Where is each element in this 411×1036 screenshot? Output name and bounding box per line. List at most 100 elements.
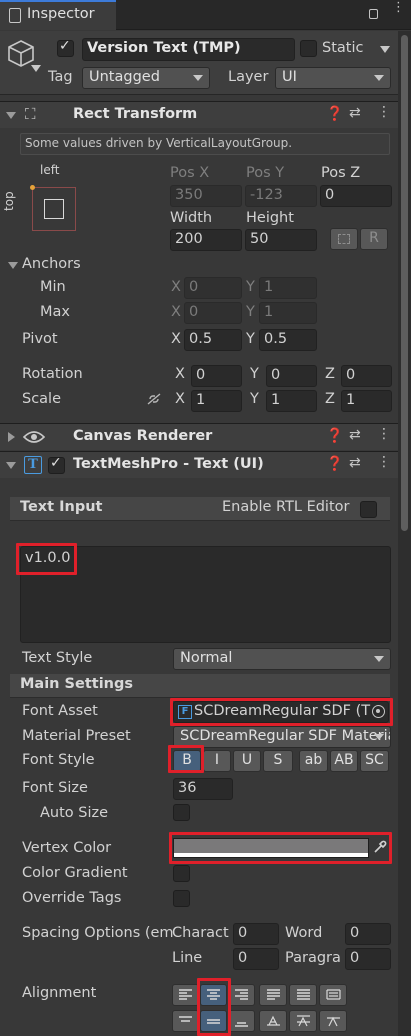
font-style-uppercase-button[interactable]: AB [330,750,358,772]
rotation-x-field[interactable]: 0 [191,365,242,387]
auto-size-checkbox[interactable] [173,804,190,821]
height-field[interactable]: 50 [245,229,317,251]
width-field[interactable]: 200 [170,229,242,251]
font-style-italic-button[interactable]: I [203,750,231,772]
anchor-max-y-field[interactable]: 1 [259,302,317,324]
color-gradient-checkbox[interactable] [173,865,190,882]
font-style-strikethrough-button[interactable]: S [263,750,293,772]
rot-z-axis: Z [325,366,335,382]
align-right-button[interactable] [228,984,255,1006]
align-flush-button[interactable] [289,984,317,1006]
anchor-min-y-field[interactable]: 1 [259,277,317,299]
font-style-lowercase-button[interactable]: ab [299,750,328,772]
max-x-axis: X [171,304,181,320]
font-size-field[interactable]: 36 [173,778,233,800]
pivot-y-field[interactable]: 0.5 [259,329,317,351]
presets-icon[interactable]: ⇄ [349,105,361,121]
anchor-max-x-field[interactable]: 0 [184,302,242,324]
canvas-renderer-header[interactable]: Canvas Renderer ❓ ⇄ ⋮ [0,423,398,450]
vertex-color-label: Vertex Color [22,840,112,856]
rtl-editor-label: Enable RTL Editor [222,499,350,515]
pos-y-field[interactable]: -123 [245,185,317,207]
align-bottom-button[interactable] [228,1010,255,1032]
max-label: Max [40,304,70,320]
align-geometry-center-button[interactable] [319,984,347,1006]
kebab-menu-icon[interactable]: ⋮ [392,1,405,14]
scale-y-field[interactable]: 1 [266,390,317,412]
text-style-dropdown[interactable]: Normal [173,648,391,670]
tag-dropdown[interactable]: Untagged [82,67,210,89]
anchor-preset-button[interactable] [30,185,76,231]
foldout-arrow[interactable] [8,432,15,442]
spacing-options-label: Spacing Options (em [22,925,174,941]
gameobject-cube-icon [8,40,34,67]
pivot-x-axis: X [171,331,181,347]
scale-z-field[interactable]: 1 [341,390,392,412]
help-icon[interactable]: ❓ [326,428,343,444]
static-dropdown-arrow[interactable] [380,46,390,53]
align-capline-button[interactable] [319,1010,347,1032]
align-baseline-button[interactable] [259,1010,287,1032]
override-tags-checkbox[interactable] [173,890,190,907]
help-icon[interactable]: ❓ [326,456,343,472]
rotation-z-field[interactable]: 0 [341,365,392,387]
help-icon[interactable]: ❓ [326,106,343,122]
static-checkbox[interactable] [300,40,317,57]
presets-icon[interactable]: ⇄ [349,455,361,471]
highlight-font-asset [170,698,393,726]
anchors-label: Anchors [22,256,81,272]
width-label: Width [170,210,213,226]
highlight-alignment-center [197,978,231,1036]
rotation-y-field[interactable]: 0 [266,365,317,387]
blueprint-mode-button[interactable] [330,228,358,250]
component-menu-icon[interactable]: ⋮ [377,426,391,442]
icon-dropdown-arrow[interactable] [31,65,41,72]
scale-x-field[interactable]: 1 [191,390,242,412]
font-asset-label: Font Asset [22,703,98,719]
rtl-editor-checkbox[interactable] [360,501,377,518]
character-spacing-field[interactable]: 0 [233,923,279,945]
rot-y-axis: Y [250,366,259,382]
scrollbar-track[interactable] [398,31,411,1036]
rect-transform-header[interactable]: ⛶ Rect Transform ❓ ⇄ ⋮ [0,101,398,128]
layer-dropdown[interactable]: UI [275,67,391,89]
raw-edit-button[interactable]: R [360,228,388,250]
line-spacing-field[interactable]: 0 [233,948,279,970]
anchors-foldout-arrow[interactable] [8,262,18,269]
min-y-axis: Y [246,279,255,295]
align-justified-button[interactable] [259,984,287,1006]
alignment-label: Alignment [22,985,97,1001]
line-spacing-label: Line [172,950,203,966]
paragraph-spacing-field[interactable]: 0 [345,948,391,970]
object-name-field[interactable]: Version Text (TMP) [82,38,295,61]
component-menu-icon[interactable]: ⋮ [377,454,391,470]
pos-x-field[interactable]: 350 [170,185,242,207]
foldout-arrow[interactable] [6,112,16,119]
component-menu-icon[interactable]: ⋮ [377,104,391,120]
main-settings-label: Main Settings [20,676,133,692]
material-preset-dropdown[interactable]: SCDreamRegular SDF Materia [173,726,391,748]
pos-z-label: Pos Z [321,165,361,181]
align-left-button[interactable] [172,984,199,1006]
align-midline-button[interactable] [289,1010,317,1032]
font-style-smallcaps-button[interactable]: SC [360,750,389,772]
tab-title: Inspector [27,6,95,22]
align-top-button[interactable] [172,1010,199,1032]
font-style-underline-button[interactable]: U [233,750,261,772]
rotation-label: Rotation [22,366,83,382]
max-y-axis: Y [246,304,255,320]
active-checkbox[interactable]: ✓ [57,38,74,57]
lock-icon[interactable] [369,9,378,19]
presets-icon[interactable]: ⇄ [349,427,361,443]
word-spacing-field[interactable]: 0 [345,923,391,945]
anchor-min-x-field[interactable]: 0 [184,277,242,299]
scrollbar-thumb[interactable] [401,35,408,531]
pos-z-field[interactable]: 0 [320,185,392,207]
component-enabled-checkbox[interactable]: ✓ [48,455,65,474]
pivot-x-field[interactable]: 0.5 [184,329,242,351]
foldout-arrow[interactable] [6,462,16,469]
constrain-proportions-icon[interactable] [146,392,162,406]
tab-inspector[interactable]: Inspector [0,0,116,30]
textmeshpro-header[interactable]: T ✓ TextMeshPro - Text (UI) ❓ ⇄ ⋮ [0,451,398,478]
pivot-y-axis: Y [246,331,255,347]
